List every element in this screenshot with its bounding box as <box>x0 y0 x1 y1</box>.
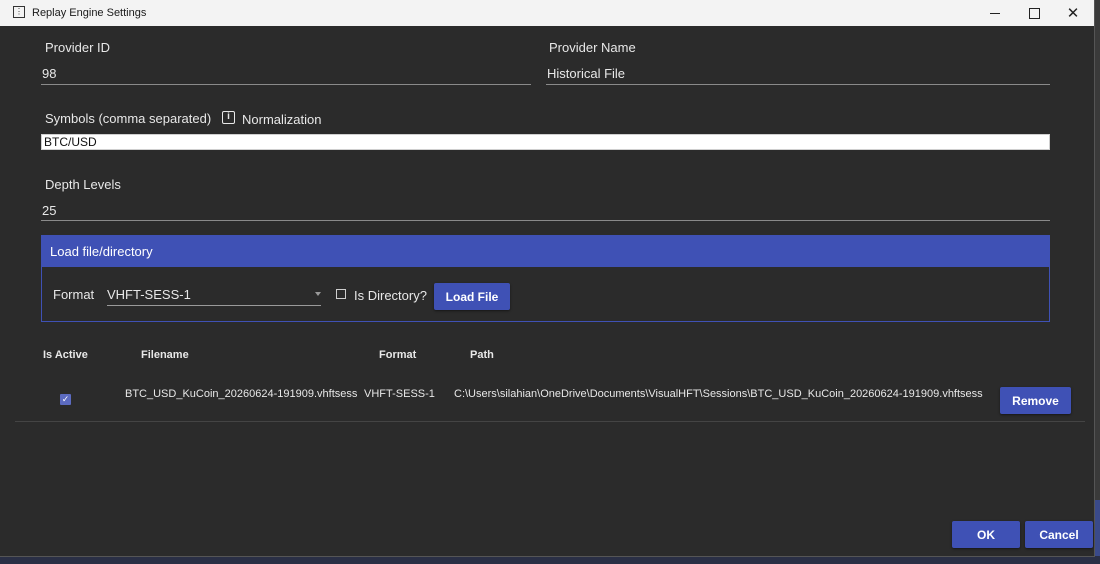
row-path: C:\Users\silahian\OneDrive\Documents\Vis… <box>454 388 983 400</box>
provider-name-underline <box>546 84 1050 85</box>
provider-id-value[interactable]: 98 <box>42 66 56 81</box>
load-file-group: Load file/directory Format VHFT-SESS-1 I… <box>41 235 1050 322</box>
load-file-group-header: Load file/directory <box>42 236 1049 267</box>
row-divider <box>15 421 1085 422</box>
is-directory-checkbox[interactable] <box>336 289 346 299</box>
provider-id-underline <box>41 84 531 85</box>
replay-engine-settings-window: ⋮ Replay Engine Settings ✕ Provider ID 9… <box>0 0 1094 556</box>
title-bar: ⋮ Replay Engine Settings ✕ <box>0 0 1094 26</box>
provider-id-label: Provider ID <box>45 40 111 55</box>
close-icon[interactable]: ✕ <box>1053 0 1093 26</box>
depth-levels-underline <box>41 220 1050 221</box>
cancel-button[interactable]: Cancel <box>1025 521 1093 548</box>
row-filename: BTC_USD_KuCoin_20260624-191909.vhftsess <box>125 388 358 400</box>
is-directory-label: Is Directory? <box>354 288 427 303</box>
provider-name-value[interactable]: Historical File <box>547 66 625 81</box>
load-file-button[interactable]: Load File <box>434 283 510 310</box>
app-icon: ⋮ <box>13 6 25 18</box>
is-active-checkbox[interactable]: ✓ <box>60 394 71 405</box>
depth-levels-value[interactable]: 25 <box>42 203 56 218</box>
background-taskbar <box>0 556 1100 564</box>
col-header-path[interactable]: Path <box>470 349 494 361</box>
maximize-icon[interactable] <box>1014 0 1054 26</box>
symbols-input[interactable] <box>41 134 1050 150</box>
format-selected-value: VHFT-SESS-1 <box>107 287 191 302</box>
format-select[interactable]: VHFT-SESS-1 <box>107 284 321 306</box>
col-header-is-active[interactable]: Is Active <box>43 349 88 361</box>
symbols-label: Symbols (comma separated) <box>45 111 212 126</box>
minimize-icon[interactable] <box>975 0 1015 26</box>
col-header-format[interactable]: Format <box>379 349 416 361</box>
col-header-filename[interactable]: Filename <box>141 349 189 361</box>
chevron-down-icon <box>315 292 321 296</box>
remove-button[interactable]: Remove <box>1000 387 1071 414</box>
provider-name-label: Provider Name <box>549 40 636 55</box>
ok-button[interactable]: OK <box>952 521 1020 548</box>
info-icon[interactable]: i <box>222 111 235 124</box>
row-format: VHFT-SESS-1 <box>364 388 435 400</box>
format-label: Format <box>53 287 95 302</box>
load-file-header-label: Load file/directory <box>50 244 153 259</box>
depth-levels-label: Depth Levels <box>45 177 121 192</box>
window-title: Replay Engine Settings <box>32 7 147 19</box>
background-window-edge <box>1094 500 1100 564</box>
normalization-link[interactable]: Normalization <box>242 112 321 127</box>
